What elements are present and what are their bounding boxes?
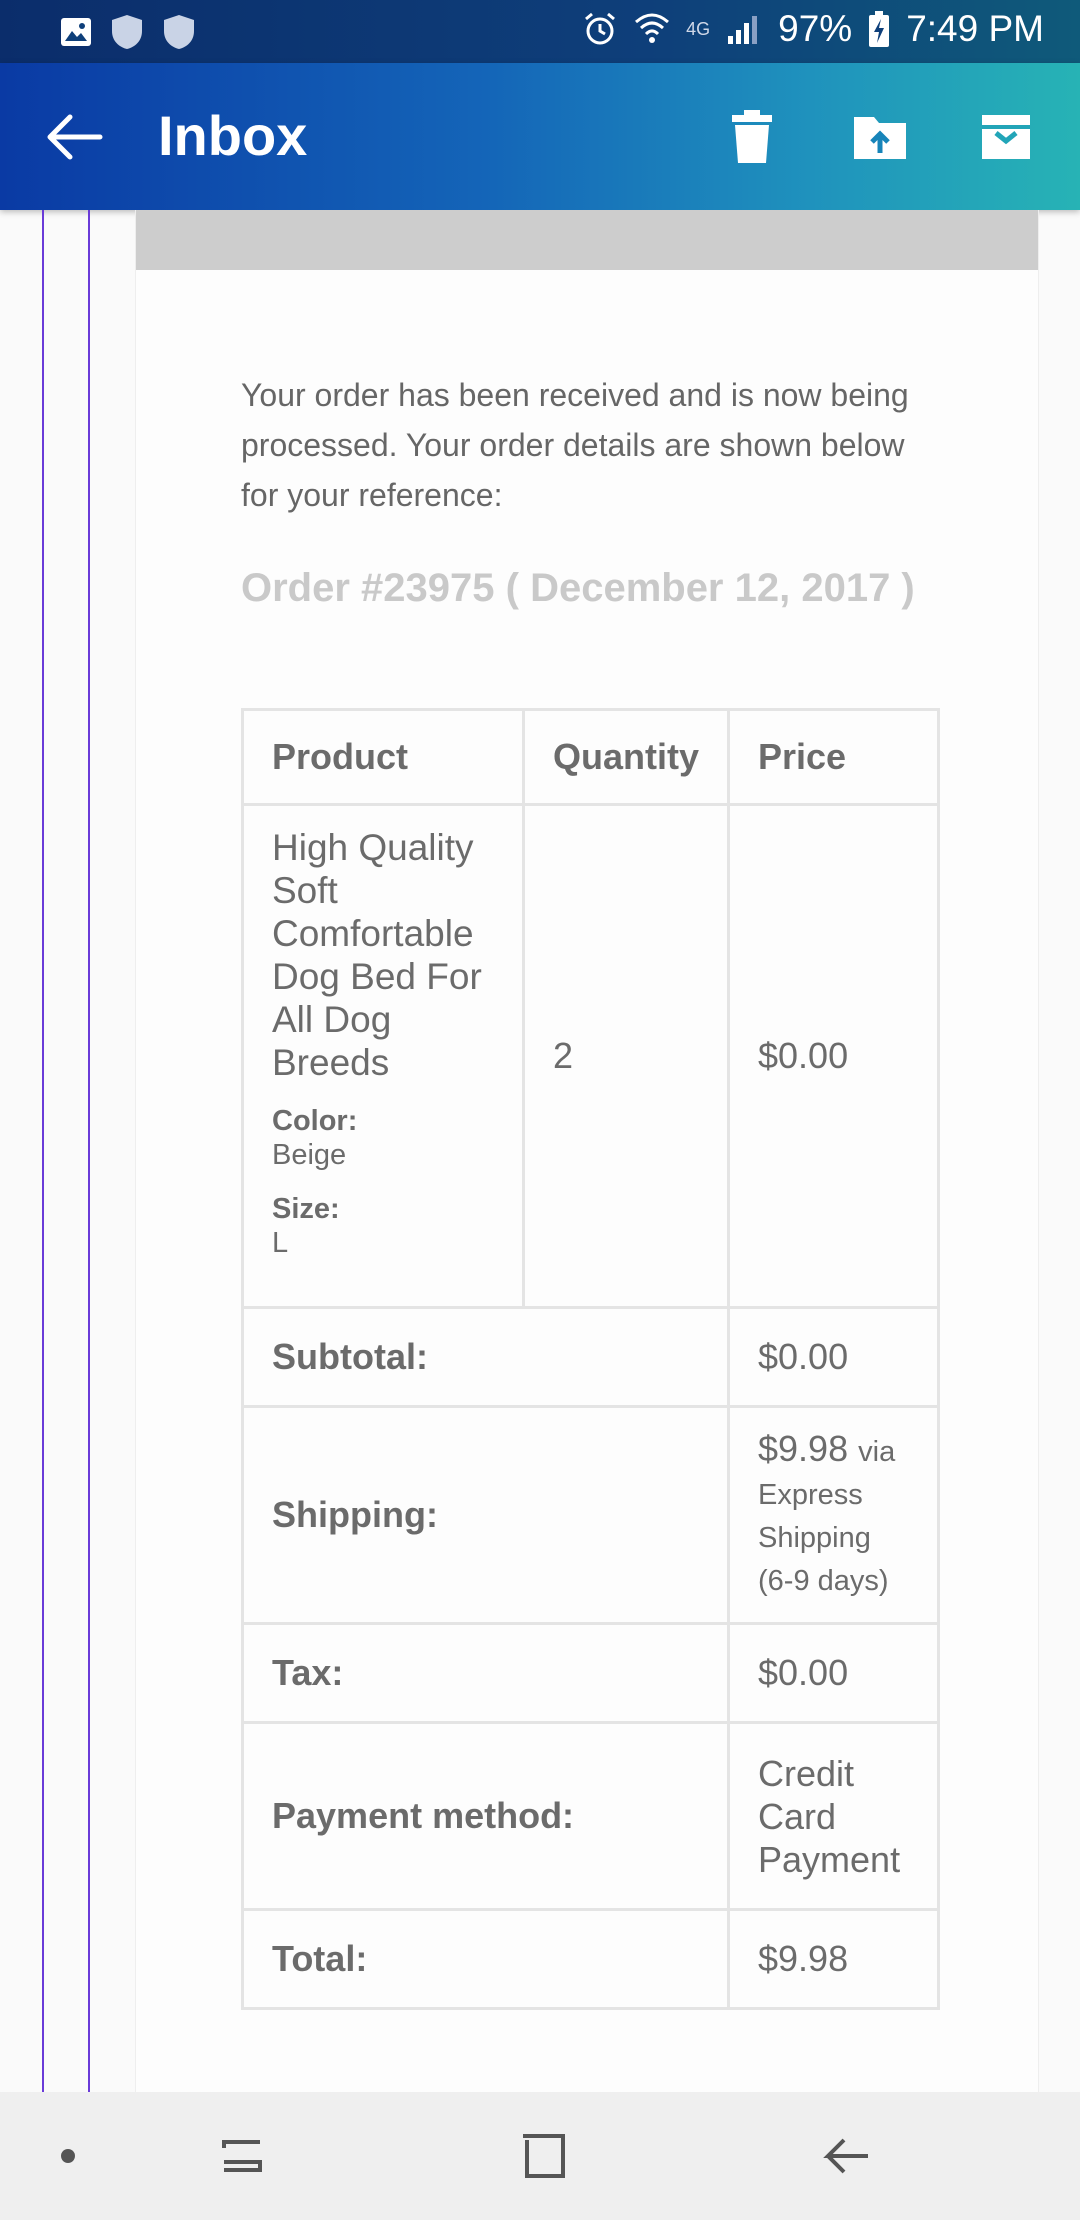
wifi-icon — [635, 13, 670, 43]
alarm-icon — [585, 12, 616, 45]
header-price: Price — [727, 708, 941, 806]
table-row: Shipping: $9.98 via Express Shipping (6-… — [240, 1405, 941, 1625]
shield-icon — [112, 15, 142, 49]
battery-percent: 97% — [778, 8, 853, 49]
recents-icon[interactable] — [212, 2126, 272, 2186]
navigation-bar — [0, 2092, 1080, 2220]
quantity-cell: 2 — [521, 803, 731, 1309]
app-bar: Inbox — [0, 63, 1080, 210]
total-label: Total: — [240, 1908, 731, 2010]
delete-icon[interactable] — [722, 107, 782, 167]
email-body: Your order has been received and is now … — [135, 210, 1039, 2092]
move-to-folder-icon[interactable] — [850, 107, 910, 167]
header-product: Product — [241, 708, 525, 806]
tax-value: $0.00 — [727, 1622, 941, 1724]
subtotal-value: $0.00 — [727, 1306, 941, 1408]
home-icon[interactable] — [515, 2126, 575, 2186]
size-value: L — [272, 1227, 289, 1259]
table-row: Total: $9.98 — [240, 1908, 941, 2010]
page-title: Inbox — [158, 104, 308, 167]
order-intro-text: Your order has been received and is now … — [241, 377, 909, 513]
payment-method-value: Credit Card Payment — [727, 1721, 941, 1911]
table-row: Payment method: Credit Card Payment — [240, 1721, 941, 1911]
order-table: Product Quantity Price High Quality Soft… — [240, 708, 941, 2010]
color-value: Beige — [272, 1139, 347, 1171]
back-nav-icon[interactable] — [818, 2126, 878, 2186]
clock: 7:49 PM — [906, 8, 1044, 49]
order-heading: Order #23975 ( December 12, 2017 ) — [241, 566, 915, 610]
total-value: $9.98 — [727, 1908, 941, 2010]
shipping-label: Shipping: — [240, 1405, 731, 1625]
table-row: Tax: $0.00 — [240, 1622, 941, 1724]
shipping-value-cell: $9.98 via Express Shipping (6-9 days) — [727, 1405, 941, 1625]
archive-icon[interactable] — [976, 107, 1036, 167]
table-row: High Quality Soft Comfortable Dog Bed Fo… — [241, 803, 941, 1309]
thread-line — [88, 210, 90, 2092]
header-quantity: Quantity — [521, 708, 731, 806]
battery-charging-icon — [869, 11, 890, 47]
signal-icon — [728, 16, 758, 44]
status-bar: 4G 97% 7:49 PM — [0, 0, 1080, 63]
table-header-row: Product Quantity Price — [241, 708, 941, 806]
dot-icon[interactable] — [38, 2126, 98, 2186]
size-label: Size: — [272, 1193, 340, 1225]
color-label: Color: — [272, 1105, 358, 1137]
tax-label: Tax: — [240, 1622, 731, 1724]
product-name: High Quality Soft Comfortable Dog Bed Fo… — [272, 827, 482, 1083]
payment-method-label: Payment method: — [240, 1721, 731, 1911]
price-cell: $0.00 — [727, 803, 941, 1309]
gallery-icon — [61, 18, 91, 46]
shipping-value: $9.98 — [758, 1428, 849, 1469]
thread-line — [42, 210, 44, 2092]
subtotal-label: Subtotal: — [240, 1306, 731, 1408]
email-header-band — [136, 210, 1038, 270]
table-row: Subtotal: $0.00 — [240, 1306, 941, 1408]
shield-icon — [164, 15, 194, 49]
product-cell: High Quality Soft Comfortable Dog Bed Fo… — [241, 803, 525, 1309]
network-type: 4G — [686, 18, 711, 39]
back-arrow-icon[interactable] — [44, 111, 104, 163]
